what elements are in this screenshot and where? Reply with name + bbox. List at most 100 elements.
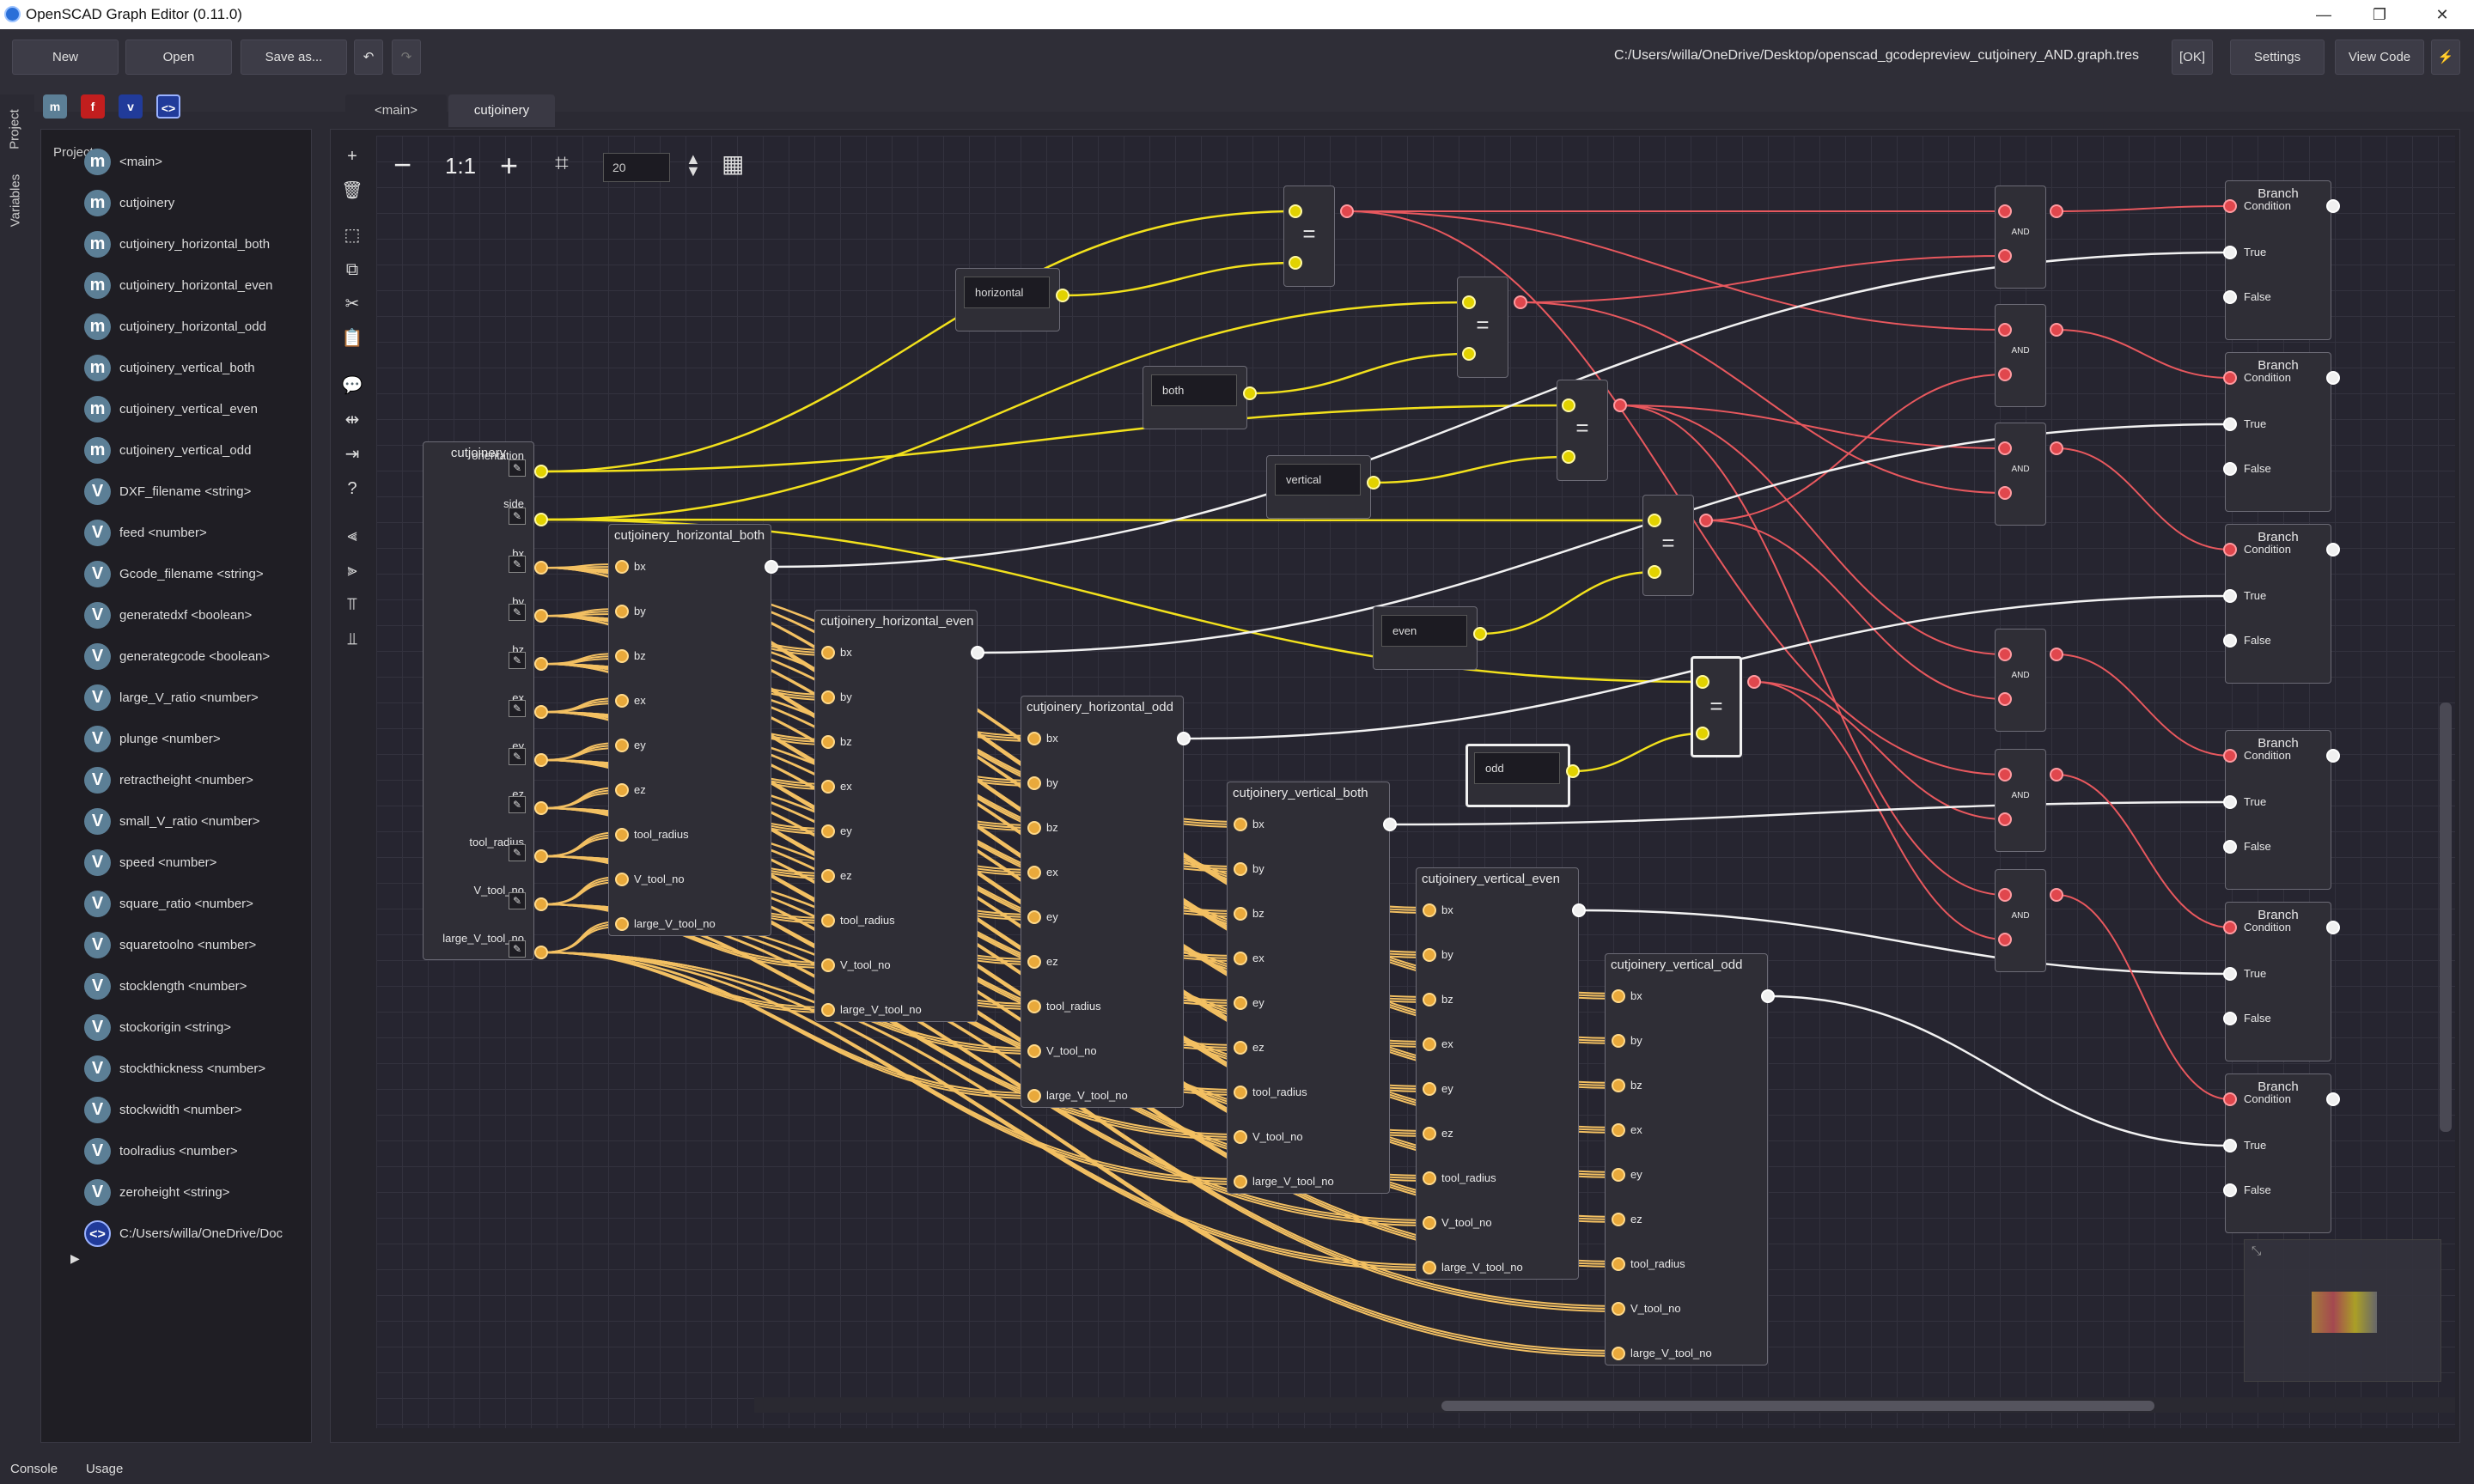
tab-variables[interactable]: Variables [9, 167, 23, 235]
port-pin[interactable] [1696, 727, 1709, 740]
port-pin[interactable] [534, 465, 548, 478]
port-pin[interactable] [1562, 398, 1575, 412]
string-value[interactable]: odd [1474, 752, 1560, 784]
port-pin[interactable] [1761, 989, 1775, 1003]
port-pin[interactable] [1423, 948, 1436, 962]
port-pin[interactable] [1572, 903, 1586, 917]
grid-toggle-icon[interactable]: ▦ [722, 149, 744, 178]
port-pin[interactable] [1289, 256, 1302, 270]
edit-port-icon[interactable]: ✎ [509, 700, 526, 717]
port-pin[interactable] [1612, 1079, 1625, 1092]
open-button[interactable]: Open [125, 40, 232, 75]
port-pin[interactable] [1998, 204, 2012, 218]
port-pin[interactable] [1289, 204, 1302, 218]
port-pin[interactable] [2223, 749, 2237, 763]
edit-port-icon[interactable]: ✎ [509, 508, 526, 525]
port-pin[interactable] [2050, 768, 2063, 782]
port-pin[interactable] [821, 780, 835, 794]
undo-icon[interactable]: ↶ [354, 40, 383, 75]
port-pin[interactable] [1423, 1261, 1436, 1274]
delete-icon[interactable]: 🗑 [340, 179, 364, 203]
edit-port-icon[interactable]: ✎ [509, 459, 526, 477]
zoom-in-button[interactable]: + [500, 148, 518, 184]
port-pin[interactable] [1027, 1044, 1041, 1058]
port-pin[interactable] [2223, 417, 2237, 431]
port-pin[interactable] [615, 917, 629, 931]
port-pin[interactable] [2223, 967, 2237, 981]
port-pin[interactable] [1747, 675, 1761, 689]
string-value[interactable]: vertical [1275, 464, 1361, 496]
port-pin[interactable] [1234, 818, 1247, 831]
minimize-icon[interactable]: — [2294, 0, 2354, 29]
port-pin[interactable] [534, 946, 548, 959]
string-value[interactable]: even [1381, 615, 1467, 647]
and-node[interactable]: AND [1995, 629, 2046, 732]
port-pin[interactable] [1612, 1213, 1625, 1226]
port-pin[interactable] [1998, 933, 2012, 946]
port-pin[interactable] [821, 958, 835, 972]
port-pin[interactable] [2223, 921, 2237, 934]
zoom-out-button[interactable]: − [393, 149, 411, 180]
port-pin[interactable] [2050, 888, 2063, 902]
port-pin[interactable] [534, 657, 548, 671]
port-pin[interactable] [1027, 955, 1041, 969]
port-pin[interactable] [765, 560, 778, 574]
port-pin[interactable] [1998, 648, 2012, 661]
and-node[interactable]: AND [1995, 749, 2046, 852]
module-node[interactable]: cutjoinery_vertical_odd [1605, 953, 1768, 1365]
port-pin[interactable] [1562, 450, 1575, 464]
port-pin[interactable] [534, 609, 548, 623]
minimap[interactable]: ⤡ [2244, 1239, 2441, 1382]
port-pin[interactable] [1423, 903, 1436, 917]
port-pin[interactable] [2223, 290, 2237, 304]
port-pin[interactable] [615, 694, 629, 708]
port-pin[interactable] [1998, 249, 2012, 263]
port-pin[interactable] [1566, 764, 1580, 778]
close-icon[interactable]: ✕ [2412, 0, 2472, 29]
port-pin[interactable] [534, 753, 548, 767]
edit-port-icon[interactable]: ✎ [509, 796, 526, 813]
port-pin[interactable] [615, 649, 629, 663]
align-icon[interactable]: ⇹ [340, 408, 364, 432]
equals-node[interactable]: = [1557, 380, 1608, 481]
edit-port-icon[interactable]: ✎ [509, 556, 526, 573]
equals-node[interactable]: = [1457, 277, 1508, 378]
port-pin[interactable] [2326, 921, 2340, 934]
port-pin[interactable] [1998, 768, 2012, 782]
port-pin[interactable] [821, 1003, 835, 1017]
console-tab[interactable]: Console [10, 1462, 58, 1476]
port-pin[interactable] [1613, 398, 1627, 412]
port-pin[interactable] [1423, 993, 1436, 1007]
port-pin[interactable] [1998, 692, 2012, 706]
port-pin[interactable] [1027, 1089, 1041, 1103]
port-pin[interactable] [615, 873, 629, 886]
module-node[interactable]: cutjoinery_horizontal_even [814, 610, 978, 1022]
port-pin[interactable] [1462, 347, 1476, 361]
redo-icon[interactable]: ↷ [392, 40, 421, 75]
port-pin[interactable] [534, 897, 548, 911]
module-node[interactable]: cutjoinery_horizontal_odd [1021, 696, 1184, 1108]
port-pin[interactable] [2223, 1092, 2237, 1106]
port-pin[interactable] [1648, 565, 1661, 579]
usage-tab[interactable]: Usage [86, 1462, 123, 1476]
port-pin[interactable] [1423, 1216, 1436, 1230]
port-pin[interactable] [821, 646, 835, 660]
port-pin[interactable] [1234, 1175, 1247, 1189]
copy-icon[interactable]: ⧉ [340, 258, 364, 282]
snap-stepper-icon[interactable]: ▲ ▼ [686, 151, 701, 179]
port-pin[interactable] [1423, 1127, 1436, 1140]
port-pin[interactable] [1462, 295, 1476, 309]
port-pin[interactable] [1340, 204, 1354, 218]
filter-functions-chip[interactable]: f [81, 94, 105, 119]
port-pin[interactable] [2223, 1012, 2237, 1025]
port-pin[interactable] [2223, 543, 2237, 556]
port-pin[interactable] [534, 561, 548, 575]
equals-node[interactable]: = [1691, 656, 1742, 757]
port-pin[interactable] [1473, 627, 1487, 641]
port-pin[interactable] [1648, 514, 1661, 527]
cut-icon[interactable]: ✂ [340, 292, 364, 316]
run-icon[interactable]: ⚡ [2431, 40, 2460, 75]
port-pin[interactable] [1027, 732, 1041, 745]
and-node[interactable]: AND [1995, 186, 2046, 289]
and-node[interactable]: AND [1995, 869, 2046, 972]
